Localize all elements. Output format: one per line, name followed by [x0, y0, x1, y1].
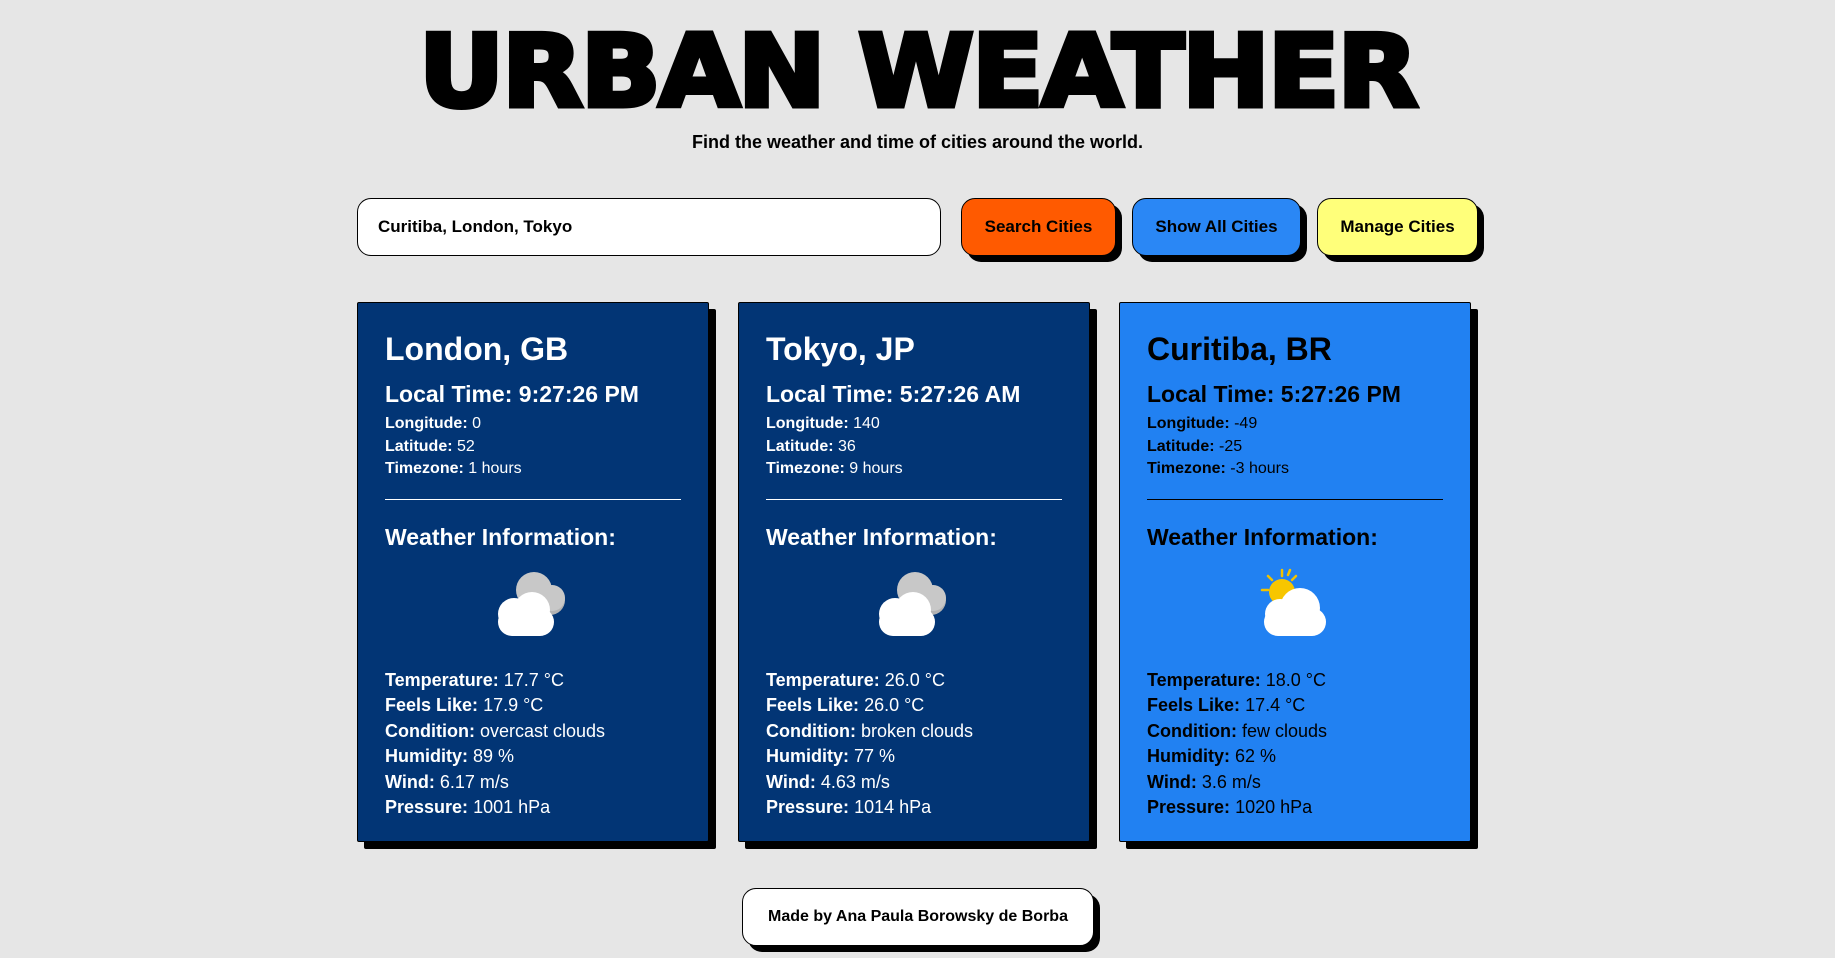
humidity: Humidity: 77 % [766, 746, 896, 766]
pressure: Pressure: 1014 hPa [766, 797, 932, 817]
humidity: Humidity: 62 % [1147, 746, 1277, 766]
temperature: Temperature: 17.7 °C [385, 669, 564, 690]
city-name: Tokyo, JP [766, 331, 915, 367]
footer-credit: Made by Ana Paula Borowsky de Borba [742, 888, 1094, 946]
timezone: Timezone: 1 hours [385, 460, 522, 477]
overcast-clouds-icon [498, 571, 565, 636]
pressure: Pressure: 1001 hPa [385, 797, 551, 817]
manage-cities-button[interactable]: Manage Cities [1317, 198, 1478, 256]
divider [766, 498, 1062, 500]
feels-like: Feels Like: 26.0 °C [766, 695, 925, 715]
temperature: Temperature: 26.0 °C [766, 669, 945, 690]
timezone: Timezone: 9 hours [766, 460, 903, 477]
search-cities-button[interactable]: Search Cities [961, 198, 1116, 256]
latitude: Latitude: 52 [385, 437, 475, 455]
app-subtitle: Find the weather and time of cities arou… [691, 132, 1144, 152]
few-clouds-icon [1260, 568, 1326, 636]
app-title: URBAN WEATHER [416, 13, 1421, 130]
divider [1147, 498, 1443, 500]
city-name: Curitiba, BR [1147, 331, 1332, 367]
broken-clouds-icon [879, 571, 946, 636]
temperature: Temperature: 18.0 °C [1147, 669, 1326, 690]
humidity: Humidity: 89 % [385, 746, 515, 766]
longitude: Longitude: -49 [1147, 415, 1258, 432]
show-all-cities-button[interactable]: Show All Cities [1132, 198, 1301, 256]
feels-like: Feels Like: 17.9 °C [385, 695, 544, 715]
local-time: Local Time: 9:27:26 PM [385, 381, 639, 407]
weather-info-heading: Weather Information: [766, 523, 997, 550]
city-name: London, GB [385, 331, 569, 367]
divider [385, 498, 681, 500]
pressure: Pressure: 1020 hPa [1147, 797, 1313, 817]
city-card-london: London, GB Local Time: 9:27:26 PM Longit… [357, 302, 709, 842]
timezone: Timezone: -3 hours [1147, 460, 1289, 477]
condition: Condition: broken clouds [766, 720, 974, 741]
condition: Condition: overcast clouds [385, 720, 606, 741]
longitude: Longitude: 0 [385, 415, 481, 432]
city-search-input[interactable] [357, 198, 941, 256]
wind: Wind: 4.63 m/s [766, 771, 890, 792]
wind: Wind: 3.6 m/s [1147, 771, 1261, 792]
local-time: Local Time: 5:27:26 PM [1147, 381, 1401, 407]
weather-info-heading: Weather Information: [385, 523, 616, 550]
latitude: Latitude: 36 [766, 437, 856, 455]
weather-info-heading: Weather Information: [1147, 523, 1378, 550]
feels-like: Feels Like: 17.4 °C [1147, 695, 1306, 715]
longitude: Longitude: 140 [766, 415, 880, 432]
city-card-tokyo: Tokyo, JP Local Time: 5:27:26 AM Longitu… [738, 302, 1090, 842]
latitude: Latitude: -25 [1147, 437, 1243, 455]
local-time: Local Time: 5:27:26 AM [766, 381, 1021, 407]
condition: Condition: few clouds [1147, 720, 1328, 741]
city-card-curitiba: Curitiba, BR Local Time: 5:27:26 PM Long… [1119, 302, 1471, 842]
wind: Wind: 6.17 m/s [385, 771, 509, 792]
